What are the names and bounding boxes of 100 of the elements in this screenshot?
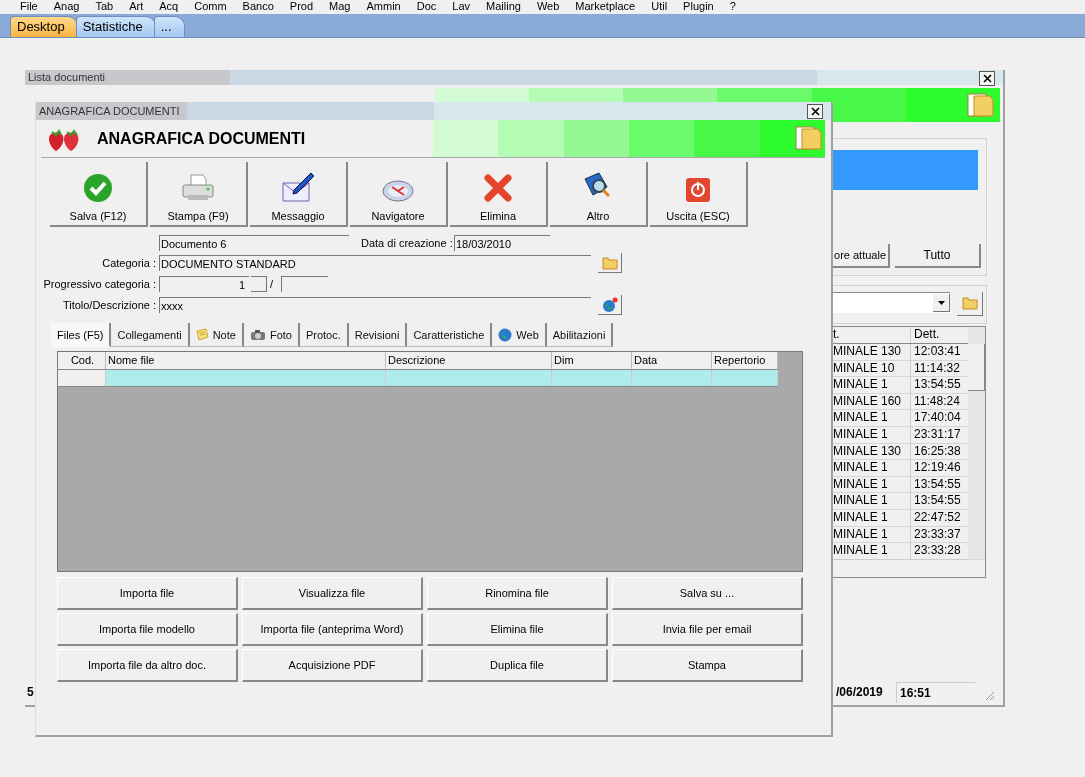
globe-icon (601, 296, 618, 313)
separator-text: / (270, 278, 274, 290)
tab[interactable]: Web (492, 323, 547, 347)
action-button[interactable]: Importa file (57, 577, 238, 610)
close-button[interactable] (807, 103, 823, 119)
action-button[interactable]: Acquisizione PDF (242, 649, 423, 682)
field-label: Titolo/Descrizione : (61, 299, 157, 311)
column-header[interactable]: Repertorio (712, 352, 778, 369)
input-field[interactable] (251, 276, 267, 292)
folder-icon (601, 255, 618, 270)
table-cell-text: 23:33:37 (913, 526, 962, 543)
menu-item[interactable]: Util (643, 0, 676, 14)
menu-item[interactable]: Tab (87, 0, 122, 14)
note-icon (195, 328, 209, 341)
menu-item[interactable]: Acq (151, 0, 187, 14)
menu-item[interactable]: Marketplace (567, 0, 644, 14)
toolbar-button[interactable]: Messaggio (250, 162, 348, 227)
menu-item[interactable]: File (12, 0, 46, 14)
table-cell-text: 23:33:28 (913, 543, 962, 559)
compass-icon (382, 179, 414, 203)
action-button[interactable]: Visualizza file (242, 577, 423, 610)
column-header[interactable]: Cod. (58, 352, 106, 369)
status-text: 5 (26, 684, 35, 701)
action-button[interactable]: Stampa (612, 649, 803, 682)
field-label: Categoria : (101, 257, 157, 269)
tab[interactable]: Abilitazioni (546, 323, 614, 347)
menu-item[interactable]: Comm (186, 0, 235, 14)
column-header[interactable]: Data (632, 352, 712, 369)
table-cell-text: 11:14:32 (913, 360, 961, 377)
column-header[interactable]: Descrizione (386, 352, 552, 369)
printer-icon (181, 173, 215, 203)
action-button[interactable]: Elimina file (427, 613, 608, 646)
window-title: ANAGRAFICA DOCUMENTI (38, 103, 180, 119)
toolbar-button[interactable]: Stampa (F9) (150, 162, 248, 227)
combo-box[interactable] (833, 292, 950, 313)
menu-item[interactable]: Lav (444, 0, 478, 14)
resize-grip[interactable] (983, 689, 995, 701)
cross-icon (483, 173, 513, 203)
menu-item[interactable]: Ammin (358, 0, 409, 14)
vertical-scrollbar[interactable] (968, 327, 985, 559)
menu-item[interactable]: Plugin (675, 0, 722, 14)
action-button[interactable]: Salva su ... (612, 577, 803, 610)
close-button[interactable] (979, 71, 995, 86)
toolbar-button[interactable]: Altro (550, 162, 648, 227)
table-cell-text: 13:54:55 (913, 476, 962, 493)
progressive-field[interactable]: 1 (159, 276, 249, 292)
column-header[interactable]: Nome file (106, 352, 386, 369)
desktop-tab[interactable]: Statistiche (75, 16, 156, 37)
desktop-tab[interactable]: ... (153, 16, 185, 37)
action-button[interactable]: Duplica file (427, 649, 608, 682)
menu-item[interactable]: Mailing (478, 0, 529, 14)
menu-item[interactable]: Anag (45, 0, 88, 14)
status-time: 16:51 (896, 682, 975, 703)
tab[interactable]: Protoc. (299, 323, 349, 347)
table-cell-text: 13:54:55 (913, 493, 962, 509)
table-cell-text: 16:25:38 (913, 443, 962, 460)
toolbar-button[interactable]: Navigatore (350, 162, 448, 227)
table-cell (712, 370, 778, 386)
field-label: Data di creazione : (361, 236, 454, 249)
tab[interactable]: Files (F5) (51, 323, 112, 347)
window-title: Lista documenti (27, 71, 106, 83)
column-header[interactable]: Dim (552, 352, 632, 369)
tab[interactable]: Note (189, 323, 244, 347)
checkmark-icon (83, 173, 113, 203)
table-cell-text: 12:03:41 (913, 344, 962, 360)
menu-item[interactable]: Web (528, 0, 568, 14)
table-cell-text: 11:48:24 (913, 393, 961, 410)
field-label: Progressivo categoria : (42, 278, 157, 290)
toolbar-button[interactable]: Uscita (ESC) (650, 162, 748, 227)
tab[interactable]: Revisioni (348, 323, 408, 347)
title-field[interactable]: xxxx (159, 297, 591, 313)
action-button[interactable]: Importa file modello (57, 613, 238, 646)
action-button[interactable]: Importa file da altro doc. (57, 649, 238, 682)
tab[interactable]: Collegamenti (111, 323, 190, 347)
input-field[interactable] (281, 276, 329, 292)
action-button[interactable]: Importa file (anteprima Word) (242, 613, 423, 646)
menu-item[interactable]: Banco (234, 0, 282, 14)
menu-item[interactable]: Art (121, 0, 152, 14)
menu-item[interactable]: Prod (281, 0, 322, 14)
desktop-tab[interactable]: Desktop (10, 16, 78, 37)
action-button[interactable]: Rinomina file (427, 577, 608, 610)
status-date: /06/2019 (835, 684, 884, 701)
envelope-pen-icon (281, 171, 315, 203)
tab[interactable]: Foto (243, 323, 300, 347)
toolbar-button[interactable]: Salva (F12) (50, 162, 148, 227)
column-header[interactable]: Dett. (911, 327, 969, 343)
folder-icon (793, 123, 823, 153)
document-name-field[interactable]: Documento 6 (159, 234, 349, 251)
menu-item[interactable]: Doc (408, 0, 445, 14)
tab[interactable]: Caratteristiche (407, 323, 493, 347)
menu-item[interactable]: ? (721, 0, 744, 14)
filter-button[interactable]: ore attuale (833, 244, 890, 268)
table-cell-text: 17:40:04 (913, 410, 962, 426)
globe-icon (498, 327, 513, 342)
category-field[interactable]: DOCUMENTO STANDARD (159, 255, 591, 271)
filter-button[interactable]: Tutto (895, 244, 981, 268)
menu-item[interactable]: Mag (321, 0, 359, 14)
date-field[interactable]: 18/03/2010 (454, 234, 550, 251)
toolbar-button[interactable]: Elimina (450, 162, 548, 227)
action-button[interactable]: Invia file per email (612, 613, 803, 646)
